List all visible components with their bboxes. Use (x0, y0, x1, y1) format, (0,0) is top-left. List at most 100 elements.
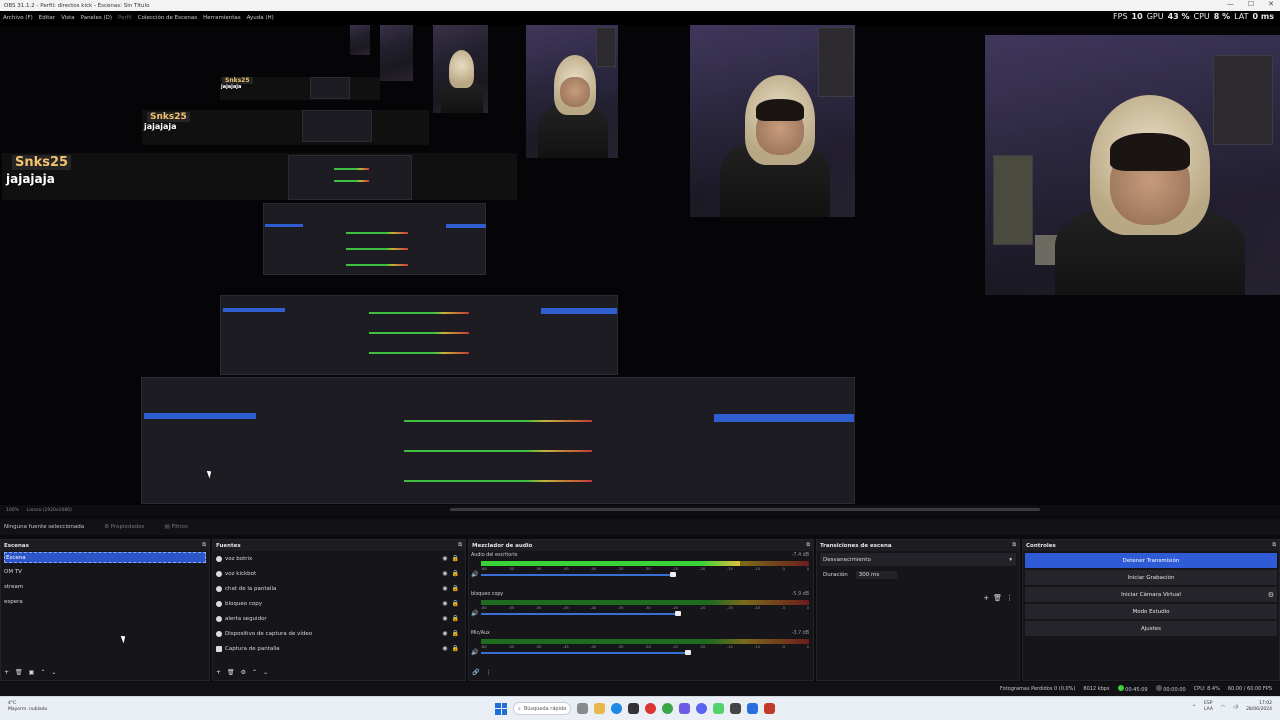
speaker-icon[interactable]: 🔊 (471, 571, 478, 578)
dock-float-icon[interactable]: ⧉ (458, 542, 462, 548)
volume-knob[interactable] (669, 572, 676, 577)
scene-item[interactable]: stream (1, 579, 209, 594)
visibility-icon[interactable]: ◉ (442, 600, 447, 607)
menu-ayuda[interactable]: Ayuda (H) (247, 15, 274, 21)
move-up-icon[interactable]: ⌃ (252, 669, 257, 676)
source-item[interactable]: alerta seguidor ◉ 🔒 (213, 611, 465, 626)
move-up-icon[interactable]: ⌃ (40, 669, 45, 676)
scene-item[interactable]: Escena (4, 552, 206, 563)
recursive-obs-preview-5 (302, 110, 372, 142)
settings-button[interactable]: Ajustes (1025, 621, 1277, 636)
source-item[interactable]: chat de la pantalla ◉ 🔒 (213, 581, 465, 596)
remove-transition-icon[interactable]: 🗑 (993, 594, 1002, 602)
volume-slider[interactable] (481, 652, 688, 654)
minimize-button[interactable]: — (1227, 0, 1234, 8)
weather-widget[interactable]: 4°C Mayorm. nublado (8, 701, 47, 713)
lock-icon[interactable]: 🔒 (452, 615, 459, 622)
zoom-level[interactable]: 100% (6, 508, 19, 513)
app-icon-2[interactable] (730, 703, 741, 714)
opera-icon[interactable] (645, 703, 656, 714)
dock-float-icon[interactable]: ⧉ (1272, 542, 1276, 548)
volume-icon[interactable]: ◁) (1233, 705, 1238, 710)
volume-knob[interactable] (684, 650, 691, 655)
taskbar-search[interactable]: ⌕ Búsqueda rápida (513, 702, 571, 715)
file-explorer-icon[interactable] (594, 703, 605, 714)
chrome-icon[interactable] (662, 703, 673, 714)
source-settings-icon[interactable]: ⚙ (241, 669, 246, 676)
dock-float-icon[interactable]: ⧉ (806, 542, 810, 548)
scene-filters-icon[interactable]: ▣ (29, 669, 35, 676)
dock-float-icon[interactable]: ⧉ (202, 542, 206, 548)
lock-icon[interactable]: 🔒 (452, 570, 459, 577)
scene-item[interactable]: OM TV (1, 564, 209, 579)
menu-perfil[interactable]: Perfil (118, 15, 132, 21)
speaker-icon[interactable]: 🔊 (471, 610, 478, 617)
lock-icon[interactable]: 🔒 (452, 600, 459, 607)
dock-float-icon[interactable]: ⧉ (1012, 542, 1016, 548)
transition-select[interactable]: Desvanecimiento ▾ (820, 553, 1016, 566)
close-button[interactable]: ✕ (1268, 0, 1274, 8)
meter-tick: -40 (590, 606, 597, 610)
lock-icon[interactable]: 🔒 (452, 555, 459, 562)
mixer-menu-icon[interactable]: ⋮ (485, 669, 491, 676)
add-transition-icon[interactable]: + (983, 594, 989, 602)
scene-item[interactable]: espera (1, 594, 209, 609)
app-icon[interactable] (696, 703, 707, 714)
duration-input[interactable]: 300 ms (855, 570, 898, 579)
edge-icon[interactable] (611, 703, 622, 714)
duration-row: Duración 300 ms (820, 568, 1016, 581)
remove-source-icon[interactable]: 🗑 (227, 669, 235, 676)
transition-menu-icon[interactable]: ⋮ (1006, 594, 1013, 602)
move-down-icon[interactable]: ⌄ (51, 669, 56, 676)
volume-slider[interactable] (481, 613, 678, 615)
lock-icon[interactable]: 🔒 (452, 630, 459, 637)
gear-icon[interactable]: ⚙ (1268, 591, 1274, 599)
virtual-camera-button[interactable]: Iniciar Cámara Virtual ⚙ (1025, 587, 1277, 602)
menu-vista[interactable]: Vista (61, 15, 75, 21)
move-down-icon[interactable]: ⌄ (263, 669, 268, 676)
menu-paneles[interactable]: Paneles (D) (81, 15, 112, 21)
speaker-icon[interactable]: 🔊 (471, 649, 478, 656)
volume-slider[interactable] (481, 574, 673, 576)
windows-start-icon[interactable] (495, 702, 507, 715)
source-item[interactable]: bloqueo copy ◉ 🔒 (213, 596, 465, 611)
task-view-icon[interactable] (577, 703, 588, 714)
visibility-icon[interactable]: ◉ (442, 630, 447, 637)
stop-stream-button[interactable]: Detener Transmisión (1025, 553, 1277, 568)
wifi-icon[interactable]: ◠ (1221, 705, 1225, 710)
source-item[interactable]: voz botrix ◉ 🔒 (213, 551, 465, 566)
menu-editar[interactable]: Editar (39, 15, 55, 21)
add-source-icon[interactable]: + (216, 669, 221, 676)
add-scene-icon[interactable]: + (4, 669, 9, 676)
discord-icon[interactable] (679, 703, 690, 714)
lock-icon[interactable]: 🔒 (452, 585, 459, 592)
remove-scene-icon[interactable]: 🗑 (15, 669, 23, 676)
volume-knob[interactable] (674, 611, 681, 616)
kick-icon[interactable] (713, 703, 724, 714)
app-icon-3[interactable] (764, 703, 775, 714)
studio-mode-button[interactable]: Modo Estudio (1025, 604, 1277, 619)
steam-icon[interactable] (747, 703, 758, 714)
visibility-icon[interactable]: ◉ (442, 615, 447, 622)
mixer-link-icon[interactable]: 🔗 (472, 669, 479, 676)
source-item[interactable]: Captura de pantalla ◉ 🔒 (213, 641, 465, 656)
menu-archivo[interactable]: Archivo (F) (3, 15, 33, 21)
start-recording-button[interactable]: Iniciar Grabación (1025, 570, 1277, 585)
taskbar-clock[interactable]: 17:02 28/06/2024 (1246, 701, 1272, 713)
filters-button[interactable]: ▤ Filtros (165, 524, 188, 530)
menu-herramientas[interactable]: Herramientas (203, 15, 240, 21)
tray-up-icon[interactable]: ^ (1192, 705, 1196, 710)
visibility-icon[interactable]: ◉ (442, 555, 447, 562)
obs-icon[interactable] (628, 703, 639, 714)
menu-coleccion-escenas[interactable]: Colección de Escenas (138, 15, 197, 21)
visibility-icon[interactable]: ◉ (442, 645, 447, 652)
source-item[interactable]: Dispositivo de captura de vídeo ◉ 🔒 (213, 626, 465, 641)
preview-scrollbar[interactable] (450, 508, 1040, 511)
maximize-button[interactable]: ☐ (1248, 0, 1254, 8)
visibility-icon[interactable]: ◉ (442, 585, 447, 592)
visibility-icon[interactable]: ◉ (442, 570, 447, 577)
lock-icon[interactable]: 🔒 (452, 645, 459, 652)
source-item[interactable]: voz kickbot ◉ 🔒 (213, 566, 465, 581)
properties-button[interactable]: ⚙ Propiedades (104, 524, 144, 530)
preview-canvas[interactable]: Snks25 jajajaja Snks25 jajajaja Snks25 j… (0, 25, 1280, 505)
